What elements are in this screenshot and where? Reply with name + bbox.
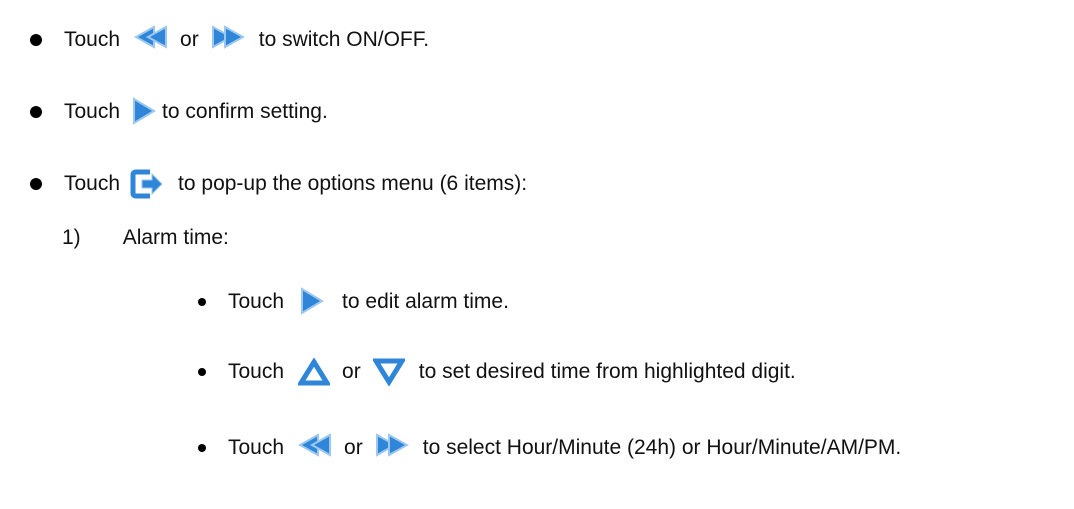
- item-number: 1): [62, 226, 81, 249]
- instruction-text: to select Hour/Minute (24h) or Hour/Minu…: [422, 436, 902, 459]
- down-triangle-icon: [372, 358, 405, 386]
- instruction-line-switch: Touch or to switch ON/OFF.: [30, 20, 429, 60]
- touch-text: Touch: [64, 28, 121, 51]
- up-triangle-icon: [298, 358, 331, 386]
- bullet: [198, 368, 206, 376]
- touch-text: Touch: [64, 172, 121, 195]
- instruction-text: to edit alarm time.: [342, 290, 509, 313]
- rewind-icon: [298, 433, 334, 463]
- bullet: [30, 178, 42, 190]
- fast-forward-icon: [373, 433, 409, 463]
- touch-text: Touch: [228, 436, 285, 459]
- sub-instruction-set-time: Touch or to set desired time from highli…: [198, 352, 796, 392]
- bullet: [198, 298, 206, 306]
- instruction-text: to set desired time from highlighted dig…: [418, 360, 796, 383]
- exit-icon: [130, 168, 164, 200]
- touch-text: Touch: [228, 290, 285, 313]
- sub-instruction-edit: Touch to edit alarm time.: [198, 282, 509, 322]
- bullet: [198, 444, 206, 452]
- play-icon: [298, 286, 326, 318]
- fast-forward-icon: [209, 25, 245, 55]
- numbered-item-alarm-time: 1) Alarm time:: [62, 218, 229, 258]
- bullet: [30, 34, 42, 46]
- or-text: or: [180, 28, 199, 51]
- instruction-text: to pop-up the options menu (6 items):: [178, 172, 528, 195]
- item-label: Alarm time:: [122, 226, 229, 249]
- touch-text: Touch: [228, 360, 285, 383]
- or-text: or: [342, 360, 361, 383]
- or-text: or: [344, 436, 363, 459]
- instruction-text: to switch ON/OFF.: [258, 28, 430, 51]
- touch-text: Touch: [64, 100, 121, 123]
- play-icon: [130, 96, 158, 128]
- sub-instruction-select-unit: Touch or to select Hour/Minute (24h) or …: [198, 428, 901, 468]
- instruction-line-options: Touch to pop-up the options menu (6 item…: [30, 164, 527, 204]
- instruction-text: to confirm setting.: [162, 100, 328, 123]
- bullet: [30, 106, 42, 118]
- rewind-icon: [134, 25, 170, 55]
- instruction-line-confirm: Touch to confirm setting.: [30, 92, 328, 132]
